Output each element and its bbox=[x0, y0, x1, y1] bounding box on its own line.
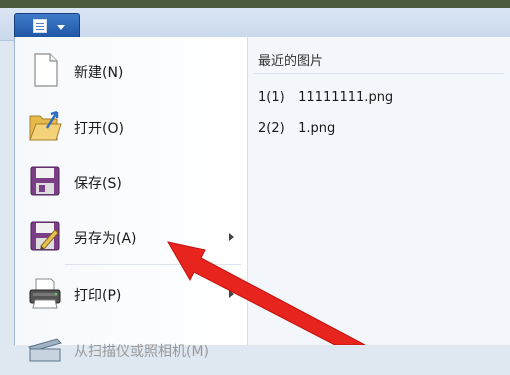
save-floppy-icon bbox=[30, 166, 60, 196]
recent-item-name: 1.png bbox=[298, 121, 336, 136]
menu-item-scanner-camera[interactable]: 从扫描仪或照相机(M) bbox=[19, 323, 245, 375]
save-as-icon bbox=[30, 221, 60, 251]
submenu-arrow-icon bbox=[229, 233, 234, 241]
menu-item-print[interactable]: 打印(P) bbox=[19, 267, 245, 319]
menu-commands: 新建(N) 打开(O) 保存(S) 另存为(A) 打印(P) 从扫描仪或照相机(… bbox=[15, 37, 247, 362]
menu-item-open[interactable]: 打开(O) bbox=[19, 100, 245, 152]
recent-item-name: 11111111.png bbox=[298, 90, 394, 105]
window-top-strip bbox=[0, 0, 510, 8]
new-file-icon bbox=[34, 53, 58, 87]
menu-item-label: 新建(N) bbox=[74, 65, 124, 81]
application-menu-button[interactable] bbox=[14, 13, 80, 37]
menu-item-save-as[interactable]: 另存为(A) bbox=[19, 210, 245, 262]
scanner-icon bbox=[28, 338, 62, 362]
recent-pictures-title: 最近的图片 bbox=[258, 54, 324, 69]
application-menu-panel: 新建(N) 打开(O) 保存(S) 另存为(A) 打印(P) 从扫描仪或照相机(… bbox=[14, 37, 510, 362]
document-icon bbox=[33, 19, 47, 33]
recent-item[interactable]: 1(1) 11111111.png bbox=[258, 90, 393, 105]
menu-item-new[interactable]: 新建(N) bbox=[19, 44, 245, 96]
menu-separator bbox=[65, 264, 241, 265]
recent-pictures-panel: 最近的图片 1(1) 11111111.png 2(2) 1.png bbox=[248, 37, 510, 345]
printer-icon bbox=[29, 278, 61, 309]
open-folder-icon bbox=[29, 110, 62, 141]
menu-item-label: 打开(O) bbox=[74, 121, 124, 137]
menu-item-save[interactable]: 保存(S) bbox=[19, 155, 245, 207]
recent-item-index: 1(1) bbox=[258, 90, 285, 105]
chevron-down-icon bbox=[57, 25, 65, 30]
menu-item-label: 另存为(A) bbox=[74, 231, 137, 247]
menu-item-label: 从扫描仪或照相机(M) bbox=[74, 344, 210, 360]
menu-item-label: 保存(S) bbox=[74, 176, 122, 192]
recent-item-index: 2(2) bbox=[258, 121, 285, 136]
recent-item[interactable]: 2(2) 1.png bbox=[258, 121, 335, 136]
submenu-arrow-icon bbox=[229, 290, 234, 298]
menu-item-label: 打印(P) bbox=[74, 288, 122, 304]
recent-title-divider bbox=[254, 73, 504, 74]
